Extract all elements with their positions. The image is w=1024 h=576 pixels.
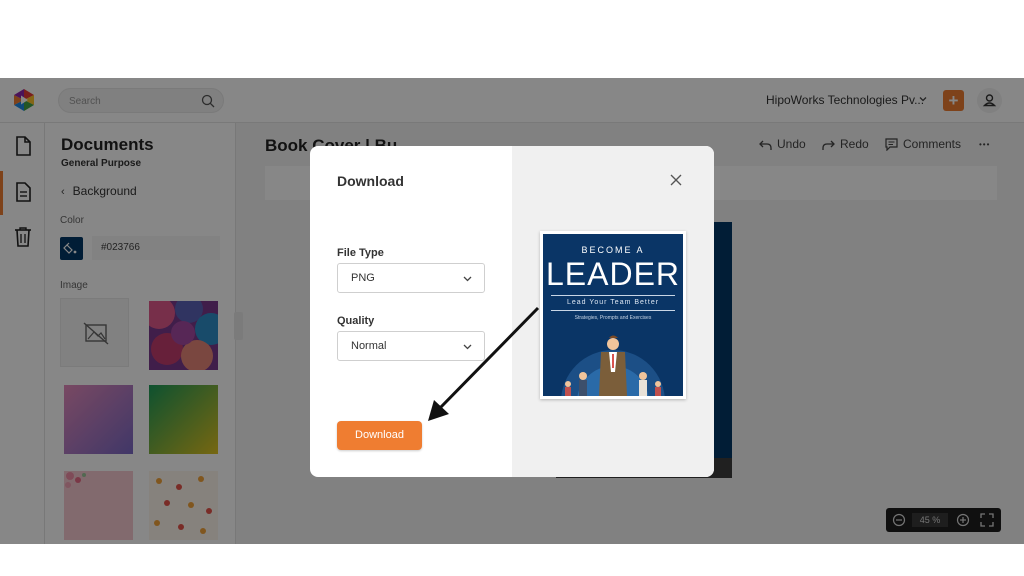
annotation-arrow	[428, 306, 540, 421]
app-window: HipoWorks Technologies Pv... +	[0, 78, 1024, 544]
